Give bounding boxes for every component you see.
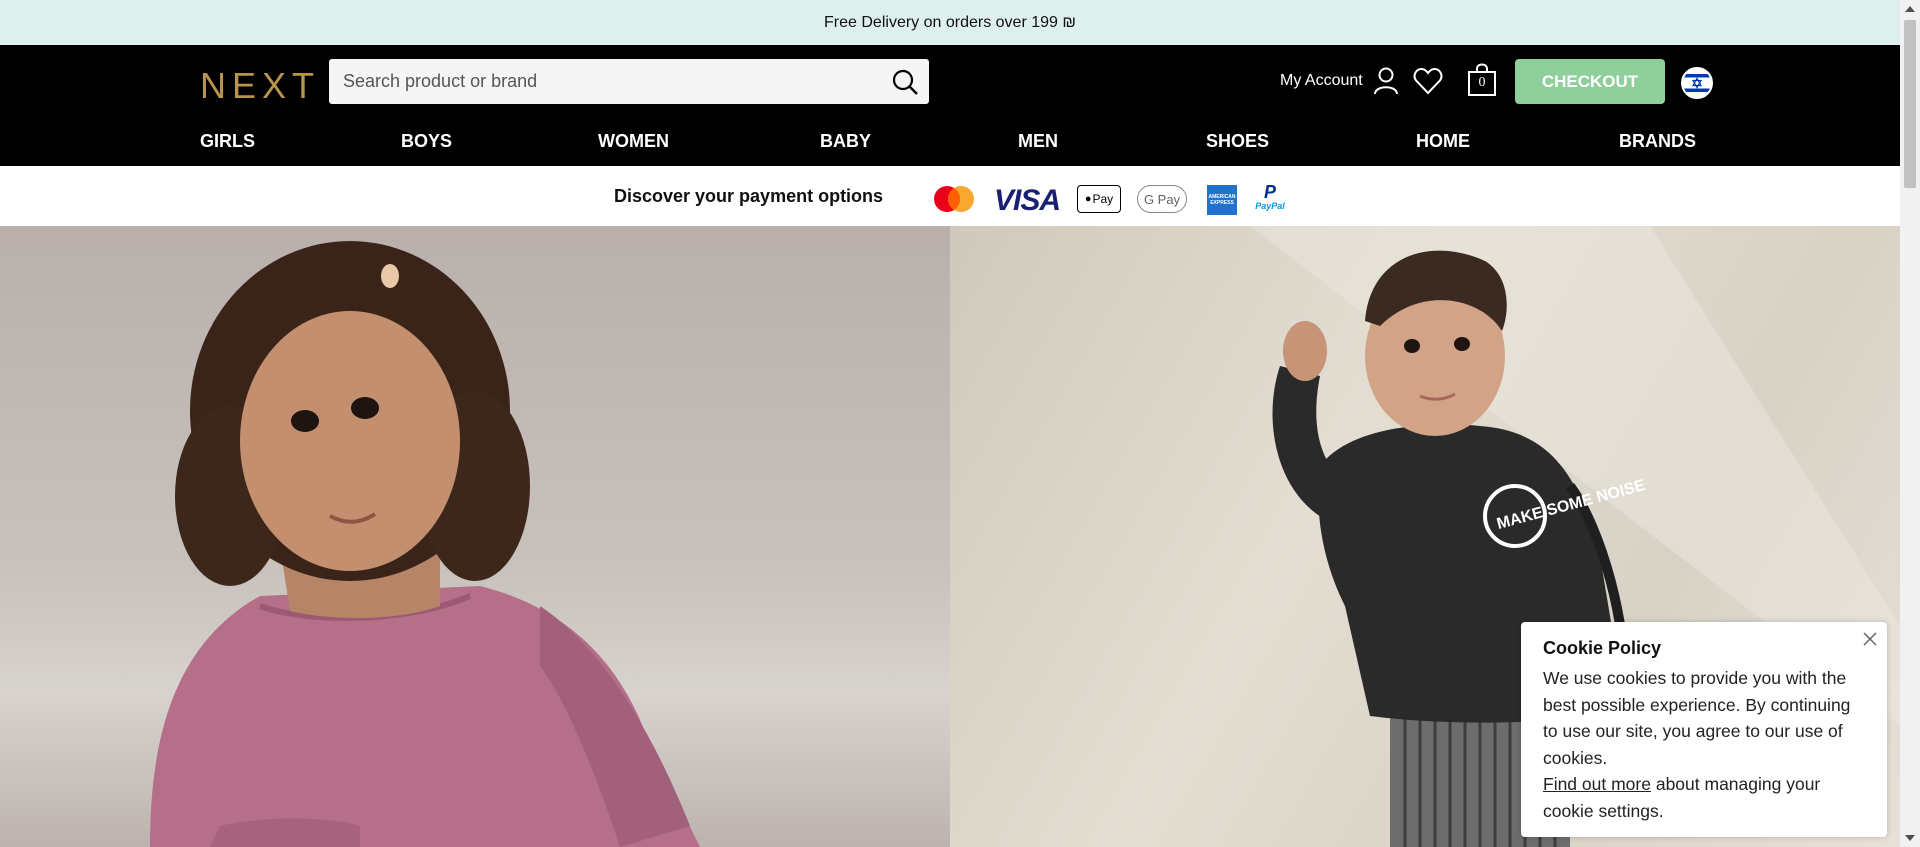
paypal-icon: P PayPal [1255, 182, 1285, 211]
cookie-policy-title: Cookie Policy [1543, 638, 1662, 658]
find-out-more-link[interactable]: Find out more [1543, 774, 1651, 794]
cookie-policy-body: We use cookies to provide you with the b… [1543, 668, 1851, 768]
cookie-policy-footer: Find out more about managing your cookie… [1543, 771, 1865, 824]
apple-pay-label: Pay [1092, 192, 1114, 206]
shopping-bag-button[interactable]: 0 [1466, 63, 1498, 97]
user-icon [1373, 67, 1398, 95]
american-express-icon: AMERICAN EXPRESS [1207, 185, 1237, 215]
delivery-banner: Free Delivery on orders over 199 ₪ [0, 0, 1900, 45]
delivery-banner-text: Free Delivery on orders over 199 ₪ [824, 13, 1076, 31]
my-account-label: My Account [1280, 72, 1363, 89]
bag-count: 0 [1478, 75, 1486, 90]
cookie-policy-popup: Cookie Policy We use cookies to provide … [1521, 622, 1887, 837]
nav-shoes[interactable]: SHOES [1206, 131, 1269, 152]
search-icon[interactable] [891, 68, 919, 96]
scroll-down-arrow[interactable] [1905, 835, 1915, 841]
apple-pay-icon: ● Pay [1077, 185, 1121, 213]
scrollbar-thumb[interactable] [1904, 20, 1916, 188]
mastercard-icon [934, 186, 974, 212]
nav-brands[interactable]: BRANDS [1619, 131, 1696, 152]
payment-options-strip[interactable]: Discover your payment options VISA ● Pay… [0, 166, 1900, 226]
checkout-button[interactable]: CHECKOUT [1515, 59, 1665, 104]
nav-home[interactable]: HOME [1416, 131, 1470, 152]
site-header: NEXT My Account 0 CHECKOUT [0, 45, 1900, 166]
hero-girls-image[interactable] [0, 226, 950, 847]
nav-men[interactable]: MEN [1018, 131, 1058, 152]
scroll-up-arrow[interactable] [1905, 6, 1915, 12]
israel-flag-icon[interactable] [1681, 67, 1713, 99]
nav-boys[interactable]: BOYS [401, 131, 452, 152]
paypal-label: PayPal [1255, 201, 1285, 211]
visa-icon: VISA [994, 184, 1061, 217]
girl-pink-sweatshirt-photo [150, 241, 700, 847]
google-pay-label: G Pay [1143, 191, 1181, 207]
nav-girls[interactable]: GIRLS [200, 131, 255, 152]
amex-label: AMERICAN EXPRESS [1208, 194, 1236, 206]
main-navigation: GIRLS BOYS WOMEN BABY MEN SHOES HOME BRA… [0, 131, 1900, 166]
my-account-link[interactable]: My Account [1280, 67, 1399, 95]
search-input[interactable] [329, 59, 869, 104]
page-scrollbar[interactable] [1900, 0, 1920, 847]
google-pay-icon: G Pay [1137, 185, 1187, 213]
close-icon[interactable] [1861, 630, 1879, 648]
nav-baby[interactable]: BABY [820, 131, 871, 152]
next-logo[interactable]: NEXT [200, 65, 320, 107]
search-box [329, 59, 929, 104]
nav-women[interactable]: WOMEN [598, 131, 669, 152]
payment-options-text: Discover your payment options [614, 186, 884, 206]
favourites-heart-icon[interactable] [1413, 67, 1443, 95]
